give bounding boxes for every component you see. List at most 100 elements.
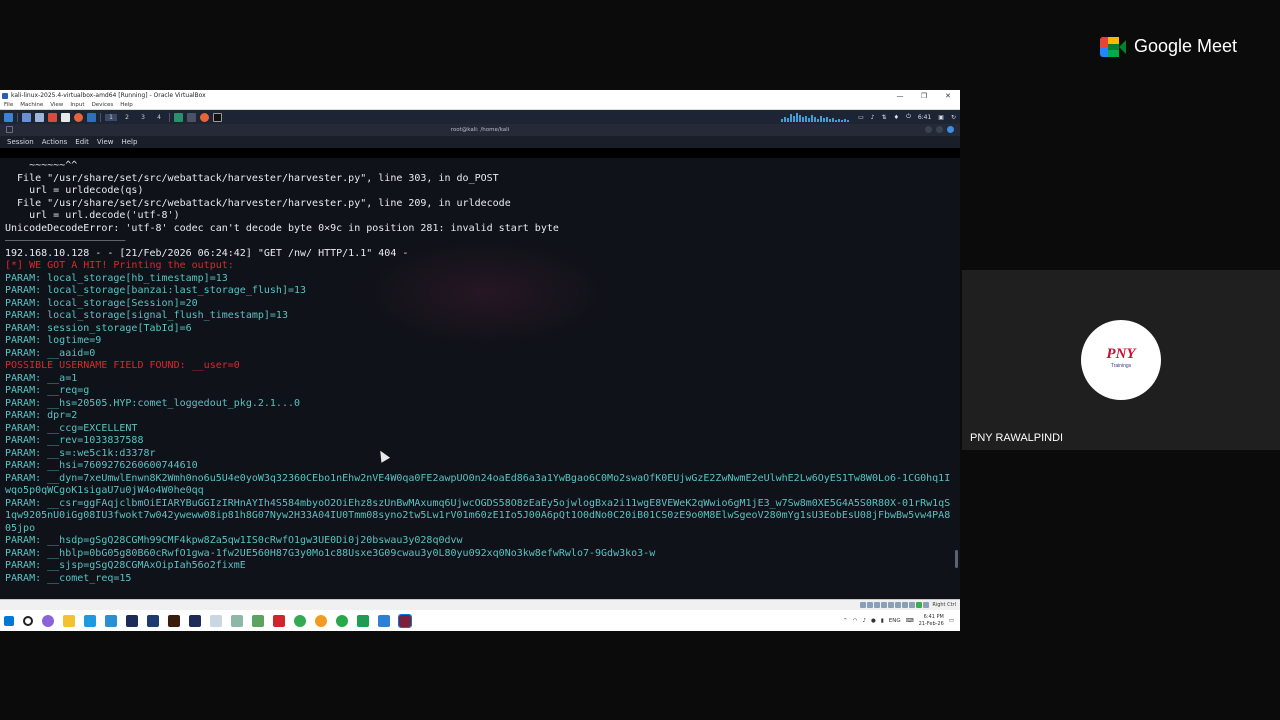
workspace-2[interactable]: 2 <box>121 114 133 121</box>
tray-wifi-icon[interactable]: ◠ <box>853 618 858 624</box>
terminal-line: PARAM: dpr=2 <box>5 410 78 421</box>
recording-status-icon[interactable] <box>909 602 916 608</box>
lock-icon[interactable]: ▣ <box>938 114 944 121</box>
volume-icon[interactable]: ♪ <box>871 114 875 121</box>
logout-icon[interactable]: ↻ <box>951 114 956 121</box>
set-app-icon[interactable] <box>174 112 183 122</box>
notifications-icon[interactable]: ▭ <box>949 618 954 624</box>
show-desktop-icon[interactable] <box>22 112 31 122</box>
tray-battery-icon[interactable]: ▮ <box>881 618 884 624</box>
terminal-launcher-icon[interactable] <box>61 112 70 122</box>
menu-machine[interactable]: Machine <box>20 102 43 108</box>
illustrator-icon[interactable] <box>168 614 180 627</box>
terminal-minimize-button[interactable] <box>925 126 932 133</box>
meet-camera-icon <box>1100 36 1126 57</box>
app-icon[interactable] <box>210 614 222 627</box>
terminal-title: root@kali: /home/kali <box>450 127 510 133</box>
workspace-switcher-icon[interactable] <box>87 112 96 122</box>
file-explorer-icon[interactable] <box>63 614 75 627</box>
power-icon[interactable]: ⏻ <box>906 113 911 121</box>
tray-chevron-icon[interactable]: ⌃ <box>843 618 848 624</box>
tray-mic-icon[interactable]: ● <box>871 618 876 624</box>
network-icon[interactable]: ⇅ <box>882 114 887 121</box>
menu-help[interactable]: Help <box>120 102 133 108</box>
menu-input[interactable]: Input <box>70 102 84 108</box>
app-3-icon[interactable] <box>252 614 264 627</box>
terminal-line: PARAM: __hsi=7609276260600744610 <box>5 460 198 471</box>
close-button[interactable]: ✕ <box>936 92 960 100</box>
audio-status-icon[interactable] <box>874 602 881 608</box>
terminal-menu-session[interactable]: Session <box>7 138 34 146</box>
terminal-menu-actions[interactable]: Actions <box>42 138 68 146</box>
text-editor-icon[interactable] <box>48 112 57 122</box>
app-icon[interactable] <box>187 112 196 122</box>
terminal-line: PARAM: logtime=9 <box>5 335 102 346</box>
app-4-icon[interactable] <box>273 614 285 627</box>
tray-language[interactable]: ENG <box>889 618 901 624</box>
photoshop-icon[interactable] <box>126 614 138 627</box>
copilot-icon[interactable] <box>42 614 54 627</box>
virtualbox-icon <box>2 92 8 99</box>
network-status-icon[interactable] <box>881 602 888 608</box>
google-meet-logo: Google Meet <box>1100 36 1237 57</box>
chrome-icon[interactable] <box>294 614 306 627</box>
terminal-line: PARAM: local_storage[hb_timestamp]=13 <box>5 272 228 284</box>
tray-ime-icon[interactable]: ⌨ <box>906 618 914 624</box>
terminal-line: PARAM: __hsdp=gSgQ28CGMh99CMF4kpw8Za5qw1… <box>5 535 463 546</box>
terminal-scrollbar[interactable] <box>955 550 958 568</box>
virtualbox-window: kali-linux-2025.4-virtualbox-amd64 [Runn… <box>0 90 960 631</box>
cpu-status-icon[interactable] <box>916 602 923 608</box>
app-5-icon[interactable] <box>315 614 327 627</box>
virtualbox-statusbar: Right Ctrl <box>0 599 960 610</box>
terminal-task-icon[interactable] <box>213 112 222 122</box>
store-icon[interactable] <box>105 614 117 627</box>
vpn-icon[interactable] <box>357 614 369 627</box>
terminal-menu-edit[interactable]: Edit <box>75 138 89 146</box>
workspace-3[interactable]: 3 <box>137 114 149 121</box>
panel-clock[interactable]: 6:41 <box>918 114 931 121</box>
terminal-output[interactable]: ~~~~~~^^ File "/usr/share/set/src/webatt… <box>0 158 960 601</box>
terminal-close-button[interactable] <box>947 126 954 133</box>
menu-view[interactable]: View <box>50 102 63 108</box>
terminal-maximize-button[interactable] <box>936 126 943 133</box>
terminal-menu-help[interactable]: Help <box>121 138 137 146</box>
windows-start-icon[interactable] <box>4 615 14 626</box>
file-manager-icon[interactable] <box>35 112 44 122</box>
terminal-line: UnicodeDecodeError: 'utf-8' codec can't … <box>5 222 559 234</box>
tray-volume-icon[interactable]: ♪ <box>862 618 866 624</box>
minimize-button[interactable]: — <box>888 92 912 100</box>
menu-file[interactable]: File <box>4 102 13 108</box>
app-2-icon[interactable] <box>231 614 243 627</box>
firefox-icon[interactable] <box>74 112 83 122</box>
app-7-icon[interactable] <box>378 614 390 627</box>
kali-menu-icon[interactable] <box>4 112 13 122</box>
participant-tile[interactable]: PNY Trainings PNY RAWALPINDI <box>962 270 1280 450</box>
maximize-button[interactable]: ❐ <box>912 92 936 100</box>
terminal-line: url = urldecode(qs) <box>5 185 144 196</box>
shared-folder-status-icon[interactable] <box>895 602 902 608</box>
search-icon[interactable] <box>23 615 33 626</box>
terminal-line: PARAM: local_storage[signal_flush_timest… <box>5 310 288 321</box>
mouse-integration-icon[interactable] <box>923 602 930 608</box>
edge-icon[interactable] <box>84 614 96 627</box>
taskbar-clock[interactable]: 6:41 PM 21-Feb-26 <box>919 614 944 628</box>
display-status-icon[interactable] <box>902 602 909 608</box>
firefox-task-icon[interactable] <box>200 112 209 122</box>
optical-status-icon[interactable] <box>867 602 874 608</box>
lightroom-icon[interactable] <box>147 614 159 627</box>
taskbar-date: 21-Feb-26 <box>918 620 944 627</box>
usb-status-icon[interactable] <box>888 602 895 608</box>
notification-bell-icon[interactable]: ♦ <box>894 114 899 121</box>
app-6-icon[interactable] <box>336 614 348 627</box>
workspace-4[interactable]: 4 <box>153 114 165 121</box>
workspace-1[interactable]: 1 <box>105 113 117 121</box>
photoshop-2-icon[interactable] <box>189 614 201 627</box>
virtualbox-title: kali-linux-2025.4-virtualbox-amd64 [Runn… <box>11 92 206 99</box>
terminal-line: File "/usr/share/set/src/webattack/harve… <box>5 172 499 184</box>
terminal-menu-view[interactable]: View <box>97 138 114 146</box>
display-icon[interactable]: ▭ <box>858 114 864 121</box>
hdd-status-icon[interactable] <box>860 602 867 608</box>
terminal-line: ———————————————————————————————————————— <box>5 238 126 244</box>
menu-devices[interactable]: Devices <box>92 102 114 108</box>
virtualbox-task-icon[interactable] <box>398 613 412 628</box>
